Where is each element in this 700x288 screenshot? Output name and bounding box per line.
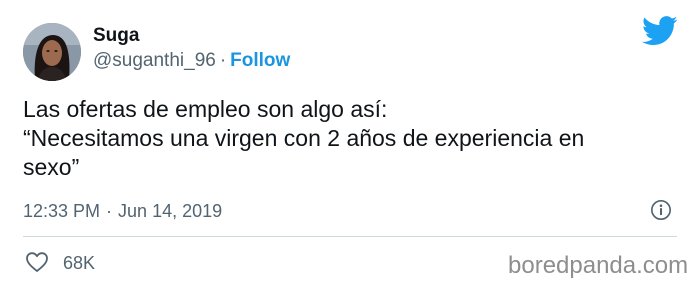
avatar[interactable] xyxy=(23,23,81,81)
author-handle-row: @suganthi_96 · Follow xyxy=(93,50,290,72)
author-handle[interactable]: @suganthi_96 xyxy=(93,50,216,71)
separator-dot: · xyxy=(219,50,227,71)
watermark: boredpanda.com xyxy=(508,252,689,279)
tweet-text-line: sexo” xyxy=(23,154,80,180)
heart-icon[interactable] xyxy=(25,251,49,273)
tweet-text-line: “Necesitamos una virgen con 2 años de ex… xyxy=(23,125,585,151)
tweet-timestamp[interactable]: 12:33 PM · Jun 14, 2019 xyxy=(23,200,222,222)
like-count: 68K xyxy=(63,253,96,273)
tweet-card: Suga @suganthi_96 · Follow Las ofertas de … xyxy=(0,0,700,288)
separator-dot: · xyxy=(106,201,113,221)
info-icon[interactable] xyxy=(650,199,672,221)
follow-link[interactable]: Follow xyxy=(230,50,290,71)
twitter-bird-icon[interactable] xyxy=(642,16,678,46)
avatar-image xyxy=(23,23,81,81)
divider xyxy=(23,236,677,237)
tweet-date: Jun 14, 2019 xyxy=(118,201,223,221)
tweet-text: Las ofertas de empleo son algo así: “Nec… xyxy=(23,95,673,182)
tweet-text-line: Las ofertas de empleo son algo así: xyxy=(23,96,388,122)
author-name[interactable]: Suga xyxy=(93,25,139,47)
tweet-time: 12:33 PM xyxy=(23,201,101,221)
